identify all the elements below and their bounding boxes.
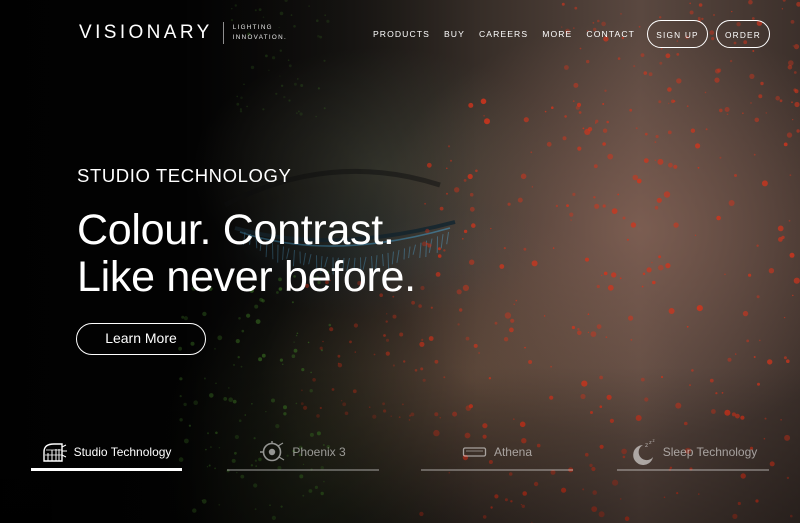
- nav-products[interactable]: PRODUCTS: [373, 29, 430, 39]
- nav-contact[interactable]: CONTACT: [586, 29, 635, 39]
- tab-indicator-active: [31, 468, 182, 471]
- logo-tagline-line1: LIGHTING: [232, 24, 273, 31]
- tab-studio-technology[interactable]: Studio Technology: [31, 433, 182, 471]
- athena-icon: [462, 445, 488, 459]
- studio-icon: [42, 441, 68, 463]
- headline-line2: Like never before.: [77, 253, 416, 301]
- tab-label-phoenix-3: Phoenix 3: [292, 445, 346, 459]
- sleep-moon-icon: z z z: [629, 439, 657, 465]
- tab-phoenix-3[interactable]: Phoenix 3: [227, 433, 379, 471]
- nav-careers[interactable]: CAREERS: [479, 29, 528, 39]
- hero-eyebrow: STUDIO TECHNOLOGY: [77, 165, 292, 186]
- main-nav: PRODUCTS BUY CAREERS MORE CONTACT SIGN U…: [359, 19, 770, 49]
- tab-label-athena: Athena: [493, 445, 533, 459]
- tab-label-studio-technology: Studio Technology: [73, 445, 172, 459]
- brand-logo[interactable]: VISIONARY LIGHTING INNOVATION.: [79, 22, 287, 44]
- svg-text:z: z: [652, 439, 654, 443]
- sign-up-button[interactable]: SIGN UP: [647, 20, 708, 48]
- hero-headline: Colour. Contrast. Like never before.: [77, 207, 416, 301]
- tab-indicator: [227, 469, 379, 471]
- order-button[interactable]: ORDER: [716, 20, 770, 48]
- nav-more[interactable]: MORE: [542, 29, 572, 39]
- logo-wordmark: VISIONARY: [79, 22, 213, 43]
- svg-text:z: z: [645, 442, 648, 449]
- logo-divider: [222, 22, 224, 44]
- tab-athena[interactable]: Athena: [421, 433, 573, 471]
- learn-more-button[interactable]: Learn More: [76, 323, 206, 355]
- nav-buy[interactable]: BUY: [444, 29, 465, 39]
- tab-indicator: [421, 469, 573, 471]
- logo-tagline: LIGHTING INNOVATION.: [233, 23, 287, 43]
- logo-tagline-line2: INNOVATION.: [232, 34, 288, 41]
- tab-sleep-technology[interactable]: z z z Sleep Technology: [617, 433, 769, 471]
- phoenix-icon: [260, 441, 286, 463]
- headline-line1: Colour. Contrast.: [77, 206, 395, 254]
- tab-label-sleep-technology: Sleep Technology: [662, 445, 758, 459]
- tab-indicator: [617, 469, 769, 471]
